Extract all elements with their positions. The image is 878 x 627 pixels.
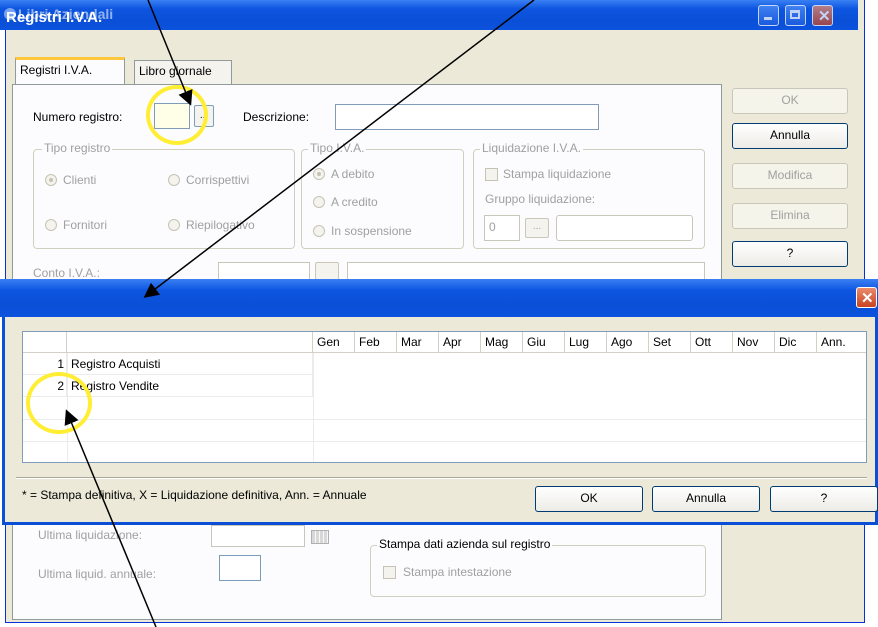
arrow-to-dialog-title [143, 0, 535, 298]
annotation-arrows [64, 0, 535, 627]
arrow-to-row-2 [64, 409, 157, 627]
arrow-to-numero-registro [147, 0, 193, 106]
